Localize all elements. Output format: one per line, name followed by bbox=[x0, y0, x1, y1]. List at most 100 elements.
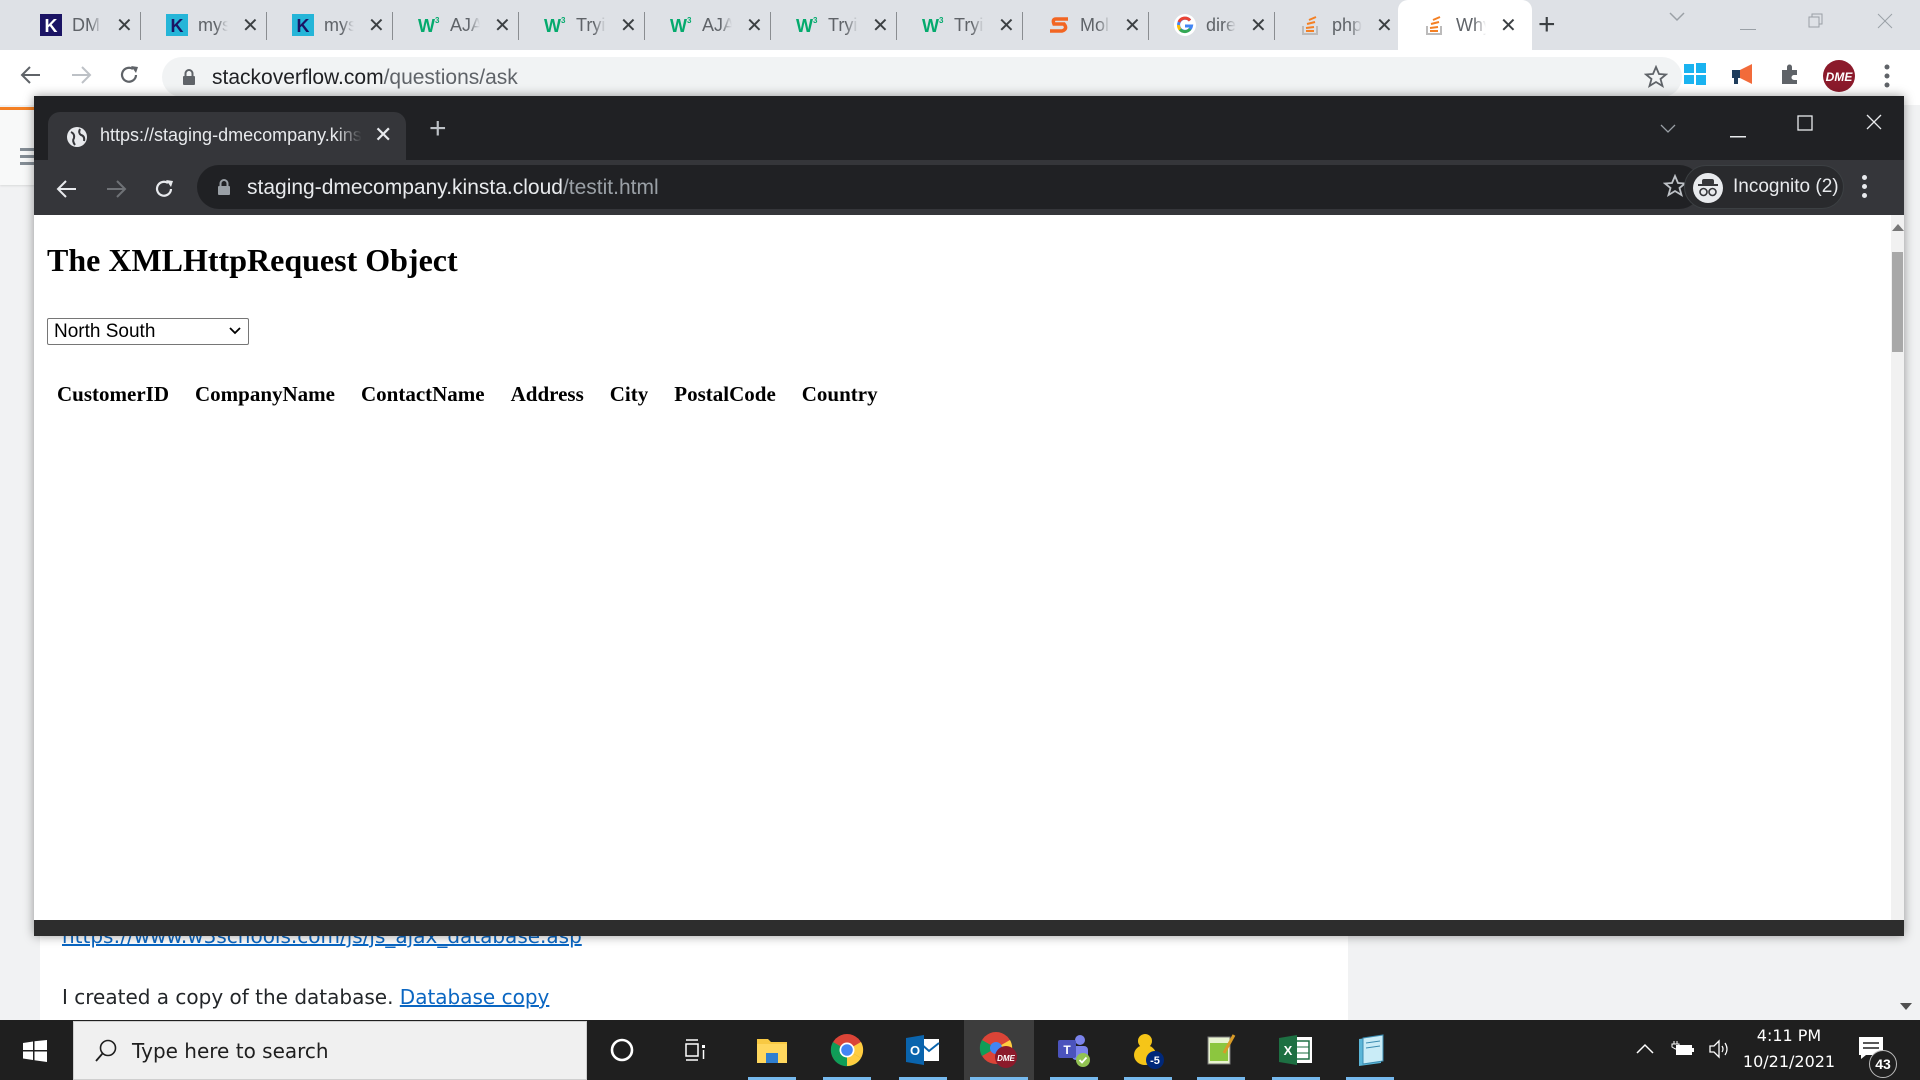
tab-search-chevron-icon[interactable] bbox=[1668, 6, 1686, 29]
outer-tab[interactable]: php ✕ bbox=[1288, 8, 1393, 42]
table-header-cell: CustomerID bbox=[57, 382, 169, 406]
chrome-icon bbox=[830, 1034, 864, 1067]
close-tab-icon[interactable]: ✕ bbox=[998, 13, 1015, 38]
incognito-reload-button[interactable] bbox=[153, 176, 175, 207]
incognito-tab[interactable]: https://staging-dmecompany.kinsta.cloud/… bbox=[48, 112, 406, 162]
svg-text:T: T bbox=[1063, 1043, 1071, 1057]
back-button[interactable] bbox=[20, 62, 42, 93]
incognito-forward-button[interactable] bbox=[105, 176, 127, 207]
incognito-back-button[interactable] bbox=[56, 176, 78, 207]
incognito-menu-icon[interactable] bbox=[1862, 175, 1867, 202]
outer-tab[interactable]: Why ✕ bbox=[1398, 0, 1532, 50]
close-tab-icon[interactable]: ✕ bbox=[242, 13, 259, 38]
forward-button[interactable] bbox=[70, 62, 92, 93]
incognito-profile-button[interactable]: Incognito (2) bbox=[1684, 165, 1844, 209]
reload-button[interactable] bbox=[118, 62, 140, 93]
chrome-dme-button[interactable]: DME bbox=[964, 1020, 1034, 1080]
volume-button[interactable] bbox=[1708, 1039, 1730, 1064]
close-tab-icon[interactable]: ✕ bbox=[1376, 13, 1393, 38]
outer-tab[interactable]: W 3 Tryi ✕ bbox=[784, 8, 889, 42]
file-explorer-icon bbox=[757, 1039, 787, 1063]
table-header-cell: ContactName bbox=[360, 382, 485, 406]
outer-tab-title: AJA bbox=[450, 14, 480, 35]
incognito-maximize-button[interactable] bbox=[1797, 111, 1813, 137]
start-button[interactable] bbox=[0, 1020, 72, 1080]
outer-tab[interactable]: W 3 Tryi ✕ bbox=[532, 8, 637, 42]
close-tab-icon[interactable]: ✕ bbox=[1124, 13, 1141, 38]
chrome-menu-icon[interactable] bbox=[1884, 64, 1890, 93]
outer-address-bar[interactable]: stackoverflow.com/questions/ask bbox=[162, 57, 1682, 97]
notepad-button[interactable] bbox=[1340, 1020, 1400, 1080]
close-tab-icon[interactable]: ✕ bbox=[746, 13, 763, 38]
restore-button[interactable] bbox=[1808, 12, 1824, 35]
battery-button[interactable] bbox=[1671, 1040, 1695, 1063]
stackoverflow-icon bbox=[1300, 14, 1322, 36]
kinsta-k-cyan-icon: K bbox=[166, 14, 188, 36]
incognito-address-bar[interactable]: staging-dmecompany.kinsta.cloud/testit.h… bbox=[197, 165, 1701, 209]
outer-tab[interactable]: K DM ✕ bbox=[28, 8, 133, 42]
outlook-button[interactable]: O bbox=[893, 1020, 953, 1080]
close-tab-icon[interactable]: ✕ bbox=[368, 13, 385, 38]
bookmark-star-icon[interactable] bbox=[1643, 64, 1669, 94]
customer-select[interactable]: North South bbox=[47, 318, 249, 345]
task-view-button[interactable] bbox=[666, 1020, 726, 1080]
page-scrollbar[interactable] bbox=[1891, 215, 1904, 920]
minimize-button[interactable] bbox=[1740, 14, 1756, 37]
close-tab-icon[interactable]: ✕ bbox=[1500, 13, 1517, 38]
file-explorer-button[interactable] bbox=[742, 1020, 802, 1080]
s-logo-icon bbox=[1048, 14, 1070, 36]
close-tab-icon[interactable]: ✕ bbox=[872, 13, 889, 38]
svg-text:DME: DME bbox=[1826, 70, 1854, 84]
excel-button[interactable]: X bbox=[1266, 1020, 1326, 1080]
incognito-window: https://staging-dmecompany.kinsta.cloud/… bbox=[34, 96, 1904, 936]
close-tab-icon[interactable]: ✕ bbox=[494, 13, 511, 38]
outer-tab[interactable]: W 3 AJA ✕ bbox=[406, 8, 511, 42]
tab-separator bbox=[1148, 12, 1149, 40]
close-window-button[interactable] bbox=[1877, 12, 1893, 35]
search-icon bbox=[95, 1039, 117, 1062]
close-tab-icon[interactable]: ✕ bbox=[116, 13, 133, 38]
megaphone-extension-icon[interactable] bbox=[1730, 62, 1756, 91]
notepad-plus-plus-button[interactable] bbox=[1191, 1020, 1251, 1080]
tab-separator bbox=[1022, 12, 1023, 40]
tab-separator bbox=[896, 12, 897, 40]
incognito-minimize-button[interactable] bbox=[1730, 118, 1746, 144]
table-header-cell: CompanyName bbox=[194, 382, 335, 406]
outer-tab[interactable]: dire ✕ bbox=[1162, 8, 1267, 42]
extensions-puzzle-icon[interactable] bbox=[1778, 62, 1802, 91]
svg-text:3: 3 bbox=[687, 16, 692, 25]
speaker-icon bbox=[1709, 1039, 1728, 1059]
chrome-button[interactable] bbox=[817, 1020, 877, 1080]
notification-count-badge: 43 bbox=[1869, 1050, 1897, 1078]
windows-extension-icon[interactable] bbox=[1683, 62, 1707, 91]
incognito-close-button[interactable] bbox=[1866, 110, 1882, 136]
cyberduck-button[interactable]: -5 bbox=[1118, 1020, 1178, 1080]
profile-avatar-dme[interactable]: DME bbox=[1822, 59, 1856, 98]
clock-time[interactable]: 4:11 PM bbox=[1754, 1026, 1824, 1045]
incognito-new-tab-button[interactable]: + bbox=[429, 112, 447, 146]
outer-tab[interactable]: Kmys ✕ bbox=[154, 8, 259, 42]
taskbar-search-box[interactable]: Type here to search bbox=[73, 1021, 587, 1080]
database-copy-link[interactable]: Database copy bbox=[400, 985, 550, 1009]
show-hidden-icons-button[interactable] bbox=[1636, 1042, 1654, 1060]
close-tab-icon[interactable]: ✕ bbox=[374, 122, 392, 148]
outer-tab[interactable]: Mol ✕ bbox=[1036, 8, 1141, 42]
outer-tab[interactable]: W 3 Tryi ✕ bbox=[910, 8, 1015, 42]
scroll-down-arrow-icon[interactable] bbox=[1900, 1003, 1912, 1010]
close-tab-icon[interactable]: ✕ bbox=[1250, 13, 1267, 38]
incognito-tab-search-chevron-icon[interactable] bbox=[1659, 114, 1677, 140]
cortana-icon bbox=[610, 1038, 634, 1062]
outer-tab[interactable]: W 3 AJA ✕ bbox=[658, 8, 763, 42]
scrollbar-thumb[interactable] bbox=[1892, 252, 1903, 352]
incognito-profile[interactable]: Incognito (2) bbox=[1684, 165, 1880, 209]
new-tab-button[interactable]: + bbox=[1538, 8, 1556, 42]
clock-date[interactable]: 10/21/2021 bbox=[1740, 1052, 1838, 1071]
close-tab-icon[interactable]: ✕ bbox=[620, 13, 637, 38]
cortana-button[interactable] bbox=[592, 1020, 652, 1080]
scroll-up-arrow-icon[interactable] bbox=[1892, 224, 1904, 231]
outer-tab[interactable]: Kmys ✕ bbox=[280, 8, 385, 42]
svg-text:W: W bbox=[418, 16, 435, 35]
svg-text:W: W bbox=[796, 16, 813, 35]
teams-button[interactable]: T bbox=[1044, 1020, 1104, 1080]
outer-tab-title: Tryi bbox=[954, 14, 984, 35]
